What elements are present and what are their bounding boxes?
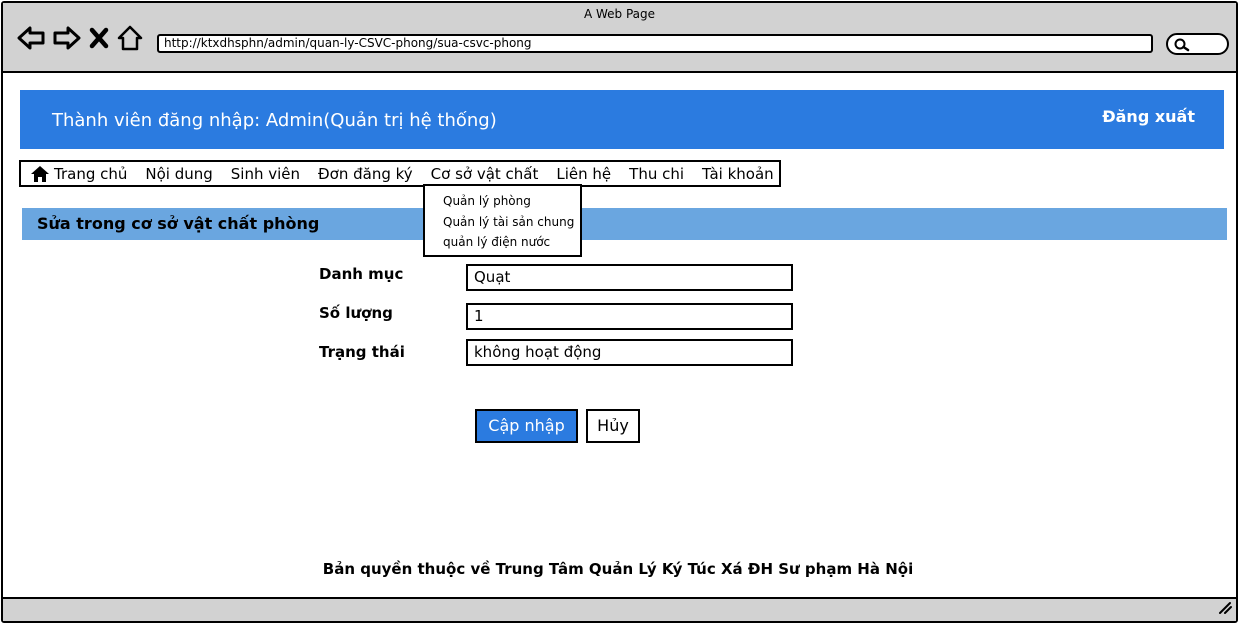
logout-link[interactable]: Đăng xuất [1102, 107, 1195, 126]
search-icon [1174, 38, 1190, 52]
menu-item-content[interactable]: Nội dung [136, 165, 221, 183]
status-bar [3, 597, 1236, 621]
status-field[interactable]: không hoạt động [466, 339, 793, 366]
menu-item-label: Liên hệ [556, 164, 612, 183]
main-menu: Trang chủ Nội dung Sinh viên Đơn đăng ký… [19, 160, 781, 187]
section-title: Sửa trong cơ sở vật chất phòng [37, 214, 320, 233]
dropdown-item-utilities[interactable]: quản lý điện nước [443, 232, 580, 253]
status-label: Trạng thái [319, 343, 405, 361]
dropdown-item-shared-assets[interactable]: Quản lý tài sản chung [443, 212, 580, 233]
resize-grip-icon[interactable] [1216, 599, 1232, 618]
category-field[interactable]: Quạt [466, 264, 793, 291]
browser-window: A Web Page http://ktxdhsphn/admin/quan-l… [1, 1, 1238, 623]
dropdown-item-room[interactable]: Quản lý phòng [443, 191, 580, 212]
menu-item-applications[interactable]: Đơn đăng ký [309, 165, 422, 183]
menu-item-label: Trang chủ [54, 164, 128, 183]
forward-arrow-icon[interactable] [53, 25, 81, 51]
search-box[interactable] [1166, 33, 1229, 55]
update-button[interactable]: Cập nhập [475, 409, 578, 443]
home-icon [31, 165, 49, 182]
window-title: A Web Page [583, 7, 656, 21]
nav-buttons [17, 25, 143, 51]
menu-item-facilities[interactable]: Cơ sở vật chất [422, 165, 548, 183]
address-bar[interactable]: http://ktxdhsphn/admin/quan-ly-CSVC-phon… [157, 34, 1153, 53]
quantity-field[interactable]: 1 [466, 303, 793, 330]
back-arrow-icon[interactable] [17, 25, 45, 51]
menu-item-students[interactable]: Sinh viên [222, 165, 309, 183]
menu-item-label: Sinh viên [230, 164, 301, 183]
menu-item-label: Cơ sở vật chất [430, 164, 539, 183]
menu-item-account[interactable]: Tài khoản [693, 165, 783, 183]
menu-item-contact[interactable]: Liên hệ [547, 165, 620, 183]
quantity-label: Số lượng [319, 304, 393, 322]
home-icon[interactable] [117, 25, 143, 51]
menu-item-finance[interactable]: Thu chi [620, 165, 693, 183]
browser-chrome: A Web Page http://ktxdhsphn/admin/quan-l… [3, 3, 1236, 73]
category-label: Danh mục [319, 265, 404, 283]
menu-item-label: Đơn đăng ký [318, 164, 413, 183]
facilities-dropdown: Quản lý phòng Quản lý tài sản chung quản… [423, 184, 582, 257]
menu-item-label: Nội dung [145, 164, 213, 183]
cancel-button[interactable]: Hủy [586, 409, 640, 443]
menu-item-home[interactable]: Trang chủ [28, 165, 136, 183]
menu-item-label: Tài khoản [702, 164, 774, 183]
close-icon[interactable] [89, 27, 109, 49]
footer-copyright: Bản quyền thuộc về Trung Tâm Quản Lý Ký … [322, 560, 914, 578]
section-bar: Sửa trong cơ sở vật chất phòng [22, 208, 1227, 240]
menu-item-label: Thu chi [629, 164, 685, 183]
welcome-text: Thành viên đăng nhập: Admin(Quản trị hệ … [52, 110, 497, 131]
header-bar: Thành viên đăng nhập: Admin(Quản trị hệ … [20, 90, 1224, 149]
